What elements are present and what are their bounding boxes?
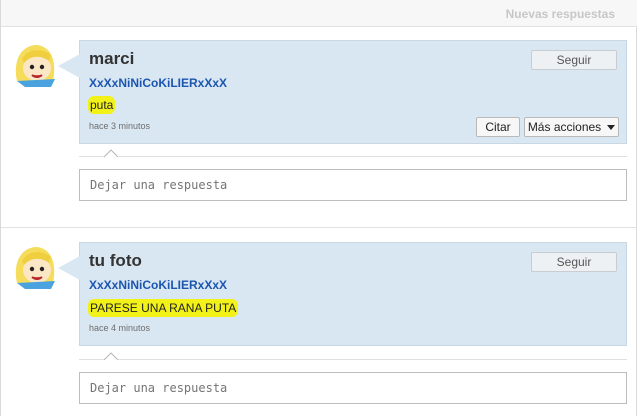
reply-notch-icon [104, 352, 118, 361]
post-timestamp: hace 4 minutos [89, 323, 151, 333]
bubble-pointer [58, 54, 80, 78]
reply-input[interactable] [79, 169, 627, 201]
post-message: puta [89, 98, 114, 112]
caret-down-icon [607, 125, 616, 131]
post-bubble: tu foto Seguir XxXxNiNiCoKiLIERxXxX PARE… [58, 242, 627, 346]
more-actions-label: Más acciones [527, 120, 602, 134]
avatar[interactable] [11, 243, 59, 291]
bubble-pointer [58, 256, 80, 280]
post-author[interactable]: marci [89, 49, 134, 69]
reply-strip [79, 359, 627, 372]
post-author[interactable]: tu foto [89, 251, 142, 271]
new-responses-link[interactable]: Nuevas respuestas [506, 7, 615, 21]
more-actions-button[interactable]: Más acciones [524, 117, 619, 137]
post-message: PARESE UNA RANA PUTA [89, 301, 237, 315]
reply-input[interactable] [79, 372, 627, 404]
post-divider [1, 227, 637, 228]
reply-notch-icon [104, 149, 118, 158]
post-divider [1, 26, 637, 27]
reply-strip [79, 156, 627, 169]
feed-topbar: Nuevas respuestas [1, 0, 637, 27]
follow-button[interactable]: Seguir [531, 50, 617, 70]
quote-button[interactable]: Citar [476, 117, 520, 137]
highlighted-text: PARESE UNA RANA PUTA [90, 301, 237, 315]
username-link[interactable]: XxXxNiNiCoKiLIERxXxX [89, 76, 227, 90]
post-timestamp: hace 3 minutos [89, 121, 151, 131]
username-link[interactable]: XxXxNiNiCoKiLIERxXxX [89, 278, 227, 292]
highlighted-text: puta [90, 98, 114, 112]
avatar[interactable] [11, 41, 59, 89]
follow-button[interactable]: Seguir [531, 252, 617, 272]
post-bubble: marci Seguir XxXxNiNiCoKiLIERxXxX puta h… [58, 40, 627, 144]
